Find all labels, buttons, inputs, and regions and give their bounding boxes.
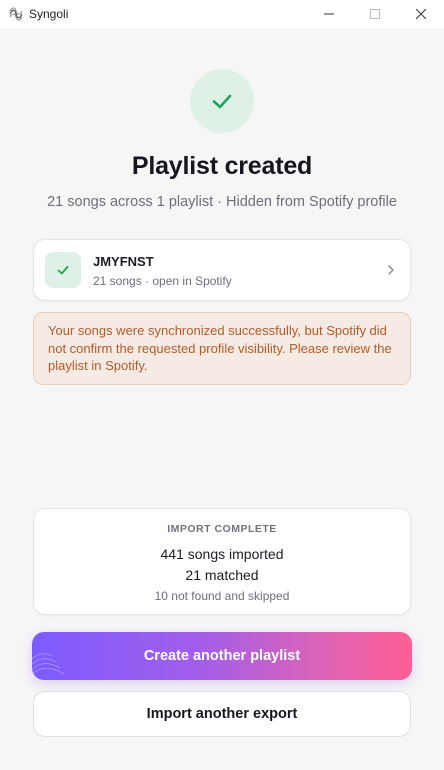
close-icon: [416, 9, 426, 19]
visibility-warning: Your songs were synchronized successfull…: [33, 312, 411, 385]
checkmark-icon: [57, 265, 69, 275]
songs-matched-count: 21 matched: [185, 567, 259, 583]
page-subtitle: 21 songs across 1 playlist · Hidden from…: [47, 194, 397, 210]
app-window: Syngoli Playlist created 21 songs across…: [0, 0, 444, 770]
playlist-status-badge: [45, 252, 81, 288]
app-logo-icon: [9, 7, 23, 21]
checkmark-icon: [212, 94, 232, 109]
maximize-button[interactable]: [352, 0, 398, 28]
playlist-name: JMYFNST: [93, 254, 154, 269]
success-badge: [190, 69, 254, 133]
close-button[interactable]: [398, 0, 444, 28]
import-another-export-button[interactable]: Import another export: [33, 691, 411, 737]
playlist-card[interactable]: JMYFNST 21 songs · open in Spotify: [33, 239, 411, 301]
chevron-right-icon: [388, 265, 394, 275]
window-title: Syngoli: [29, 7, 69, 21]
page-title: Playlist created: [131, 152, 313, 180]
create-another-playlist-label: Create another playlist: [143, 648, 301, 664]
minimize-icon: [324, 13, 334, 15]
import-status-label: IMPORT COMPLETE: [167, 523, 277, 535]
create-another-playlist-button[interactable]: Create another playlist: [32, 632, 412, 680]
maximize-icon: [370, 9, 380, 19]
playlist-meta: 21 songs · open in Spotify: [93, 274, 232, 288]
title-bar: Syngoli: [0, 0, 444, 28]
songs-skipped-count: 10 not found and skipped: [154, 589, 290, 603]
import-summary-card: IMPORT COMPLETE 441 songs imported 21 ma…: [33, 508, 411, 615]
button-decoration-icon: [32, 653, 65, 675]
minimize-button[interactable]: [306, 0, 352, 28]
songs-imported-count: 441 songs imported: [160, 546, 284, 562]
